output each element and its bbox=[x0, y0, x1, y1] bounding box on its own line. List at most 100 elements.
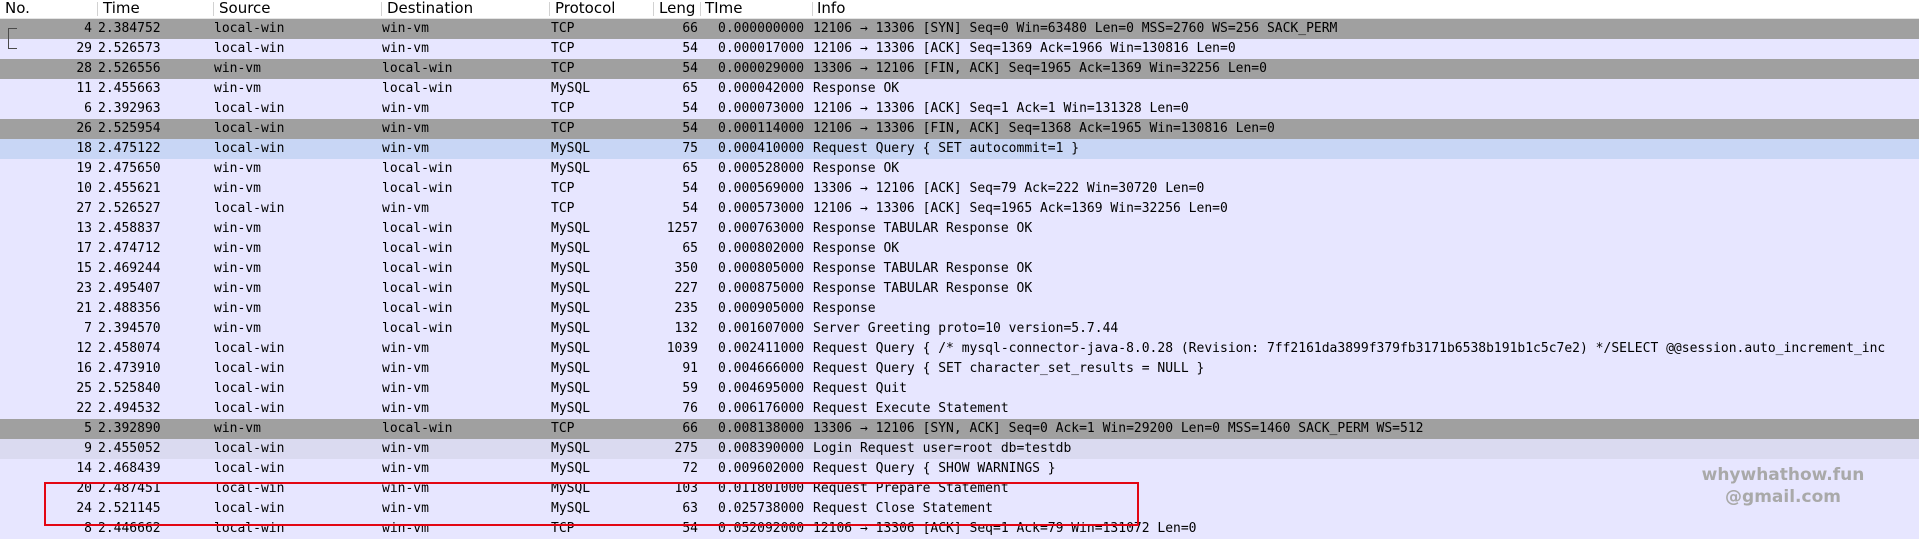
packet-protocol: MySQL bbox=[551, 221, 591, 236]
packet-row[interactable]: 16 2.473910 local-win win-vm MySQL 91 0.004666… bbox=[0, 359, 1919, 379]
packet-source: win-vm bbox=[214, 61, 261, 76]
packet-destination: local-win bbox=[382, 161, 453, 176]
packet-destination: local-win bbox=[382, 221, 453, 236]
packet-protocol: TCP bbox=[551, 101, 575, 116]
packet-info: Server Greeting proto=10 version=5.7.44 bbox=[813, 321, 1119, 336]
packet-length: 54 bbox=[682, 181, 698, 196]
packet-row[interactable]: 27 2.526527 local-win win-vm TCP 54 0.00057300… bbox=[0, 199, 1919, 219]
packet-delta-time: 0.002411000 bbox=[718, 341, 805, 356]
packet-protocol: MySQL bbox=[551, 301, 591, 316]
column-header-delta-time[interactable]: TIme bbox=[700, 0, 812, 18]
packet-time: 2.526573 bbox=[98, 41, 161, 56]
packet-source: win-vm bbox=[214, 321, 261, 336]
packet-row[interactable]: 12 2.458074 local-win win-vm MySQL 1039 0.0024… bbox=[0, 339, 1919, 359]
packet-time: 2.525840 bbox=[98, 381, 161, 396]
packet-length: 227 bbox=[674, 281, 698, 296]
packet-delta-time: 0.009602000 bbox=[718, 461, 805, 476]
packet-row[interactable]: 9 2.455052 local-win win-vm MySQL 275 0.008390… bbox=[0, 439, 1919, 459]
packet-destination: win-vm bbox=[382, 401, 429, 416]
packet-row[interactable]: 7 2.394570 win-vm local-win MySQL 132 0.001607… bbox=[0, 319, 1919, 339]
packet-destination: local-win bbox=[382, 321, 453, 336]
packet-protocol: MySQL bbox=[551, 401, 591, 416]
packet-row[interactable]: 11 2.455663 win-vm local-win MySQL 65 0.000042… bbox=[0, 79, 1919, 99]
packet-row[interactable]: 14 2.468439 local-win win-vm MySQL 72 0.009602… bbox=[0, 459, 1919, 479]
packet-row[interactable]: 18 2.475122 local-win win-vm MySQL 75 0.000410… bbox=[0, 139, 1919, 159]
packet-row[interactable]: 4 2.384752 local-win win-vm TCP 66 0.000000000… bbox=[0, 19, 1919, 39]
packet-destination: win-vm bbox=[382, 101, 429, 116]
packet-no: 17 bbox=[76, 241, 92, 256]
packet-no: 23 bbox=[76, 281, 92, 296]
packet-protocol: MySQL bbox=[551, 281, 591, 296]
packet-destination: win-vm bbox=[382, 341, 429, 356]
packet-time: 2.475122 bbox=[98, 141, 161, 156]
packet-protocol: MySQL bbox=[551, 161, 591, 176]
packet-info: Request Execute Statement bbox=[813, 401, 1009, 416]
packet-row[interactable]: 5 2.392890 win-vm local-win TCP 66 0.008138000… bbox=[0, 419, 1919, 439]
packet-delta-time: 0.000569000 bbox=[718, 181, 805, 196]
column-header-time[interactable]: Time bbox=[98, 0, 212, 18]
packet-source: local-win bbox=[214, 101, 285, 116]
packet-row[interactable]: 28 2.526556 win-vm local-win TCP 54 0.00002900… bbox=[0, 59, 1919, 79]
packet-delta-time: 0.000573000 bbox=[718, 201, 805, 216]
packet-length: 275 bbox=[674, 441, 698, 456]
packet-source: win-vm bbox=[214, 181, 261, 196]
packet-row[interactable]: 25 2.525840 local-win win-vm MySQL 59 0.004695… bbox=[0, 379, 1919, 399]
packet-time: 2.474712 bbox=[98, 241, 161, 256]
packet-row[interactable]: 21 2.488356 win-vm local-win MySQL 235 0.00090… bbox=[0, 299, 1919, 319]
packet-time: 2.526527 bbox=[98, 201, 161, 216]
packet-row[interactable]: 22 2.494532 local-win win-vm MySQL 76 0.006176… bbox=[0, 399, 1919, 419]
packet-info: Response TABULAR Response OK bbox=[813, 281, 1033, 296]
packet-row[interactable]: 26 2.525954 local-win win-vm TCP 54 0.00011400… bbox=[0, 119, 1919, 139]
packet-protocol: MySQL bbox=[551, 321, 591, 336]
column-header-destination[interactable]: Destination bbox=[382, 0, 548, 18]
column-header-protocol[interactable]: Protocol bbox=[550, 0, 652, 18]
packet-delta-time: 0.000802000 bbox=[718, 241, 805, 256]
packet-delta-time: 0.000875000 bbox=[718, 281, 805, 296]
packet-row[interactable]: 17 2.474712 win-vm local-win MySQL 65 0.000802… bbox=[0, 239, 1919, 259]
packet-source: win-vm bbox=[214, 161, 261, 176]
packet-delta-time: 0.000410000 bbox=[718, 141, 805, 156]
packet-no: 12 bbox=[76, 341, 92, 356]
packet-protocol: TCP bbox=[551, 121, 575, 136]
packet-no: 10 bbox=[76, 181, 92, 196]
packet-info: 12106 → 13306 [SYN] Seq=0 Win=63480 Len=… bbox=[813, 21, 1338, 36]
packet-delta-time: 0.000042000 bbox=[718, 81, 805, 96]
watermark-line1: whywhathow.fun bbox=[1701, 465, 1865, 485]
column-header-length[interactable]: Leng bbox=[654, 0, 700, 18]
packet-info: 13306 → 12106 [FIN, ACK] Seq=1965 Ack=13… bbox=[813, 61, 1267, 76]
packet-source: win-vm bbox=[214, 241, 261, 256]
packet-source: win-vm bbox=[214, 81, 261, 96]
column-header-no[interactable]: No. bbox=[0, 0, 96, 18]
packet-row[interactable]: 6 2.392963 local-win win-vm TCP 54 0.000073000… bbox=[0, 99, 1919, 119]
packet-row[interactable]: 23 2.495407 win-vm local-win MySQL 227 0.00087… bbox=[0, 279, 1919, 299]
packet-info: Request Quit bbox=[813, 381, 907, 396]
packet-row[interactable]: 15 2.469244 win-vm local-win MySQL 350 0.00080… bbox=[0, 259, 1919, 279]
packet-protocol: MySQL bbox=[551, 141, 591, 156]
packet-protocol: TCP bbox=[551, 421, 575, 436]
packet-destination: local-win bbox=[382, 421, 453, 436]
packet-source: win-vm bbox=[214, 301, 261, 316]
packet-delta-time: 0.000017000 bbox=[718, 41, 805, 56]
packet-no: 21 bbox=[76, 301, 92, 316]
packet-protocol: TCP bbox=[551, 181, 575, 196]
packet-row[interactable]: 19 2.475650 win-vm local-win MySQL 65 0.000528… bbox=[0, 159, 1919, 179]
packet-row[interactable]: 10 2.455621 win-vm local-win TCP 54 0.00056900… bbox=[0, 179, 1919, 199]
packet-source: win-vm bbox=[214, 281, 261, 296]
packet-no: 15 bbox=[76, 261, 92, 276]
packet-protocol: MySQL bbox=[551, 381, 591, 396]
packet-delta-time: 0.000528000 bbox=[718, 161, 805, 176]
column-header-source[interactable]: Source bbox=[214, 0, 380, 18]
packet-delta-time: 0.000029000 bbox=[718, 61, 805, 76]
packet-time: 2.525954 bbox=[98, 121, 161, 136]
packet-destination: local-win bbox=[382, 181, 453, 196]
packet-protocol: MySQL bbox=[551, 361, 591, 376]
packet-no: 9 bbox=[84, 441, 92, 456]
packet-destination: win-vm bbox=[382, 381, 429, 396]
packet-row[interactable]: 13 2.458837 win-vm local-win MySQL 1257 0.0007… bbox=[0, 219, 1919, 239]
packet-destination: win-vm bbox=[382, 141, 429, 156]
packet-info: Request Query { SET character_set_result… bbox=[813, 361, 1205, 376]
packet-row[interactable]: 29 2.526573 local-win win-vm TCP 54 0.00001700… bbox=[0, 39, 1919, 59]
packet-length: 76 bbox=[682, 401, 698, 416]
column-header-info[interactable]: Info bbox=[812, 0, 1112, 18]
packet-info: Response OK bbox=[813, 161, 900, 176]
